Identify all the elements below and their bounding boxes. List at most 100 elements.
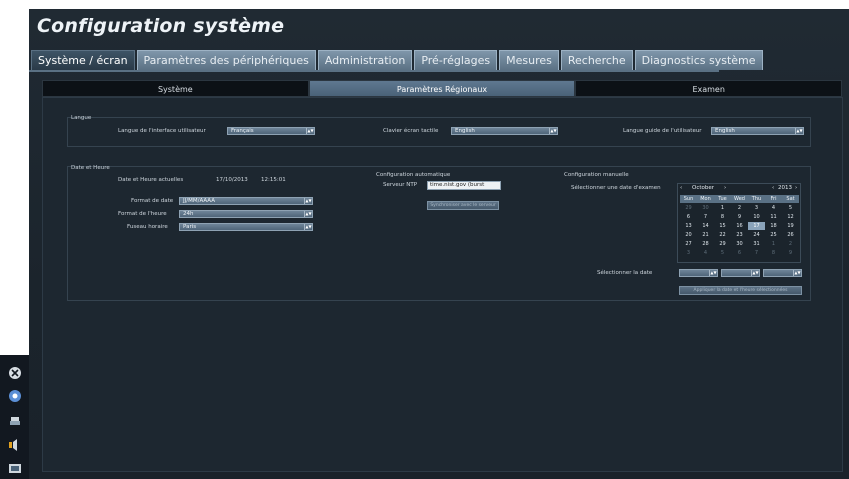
calendar-day[interactable]: 27 — [680, 240, 697, 248]
printer-icon[interactable] — [8, 414, 22, 428]
ntp-server-label: Serveur NTP — [383, 182, 418, 188]
tab-systeme-ecran[interactable]: Système / écran — [31, 50, 135, 70]
ntp-server-input[interactable]: time.nist.gov (burst — [427, 181, 501, 190]
display-icon[interactable] — [8, 462, 22, 476]
calendar-day[interactable]: 22 — [714, 231, 731, 239]
tab-pre-reglages[interactable]: Pré-réglages — [414, 50, 498, 70]
calendar-day[interactable]: 20 — [680, 231, 697, 239]
calendar-weekday: Mon — [697, 195, 714, 203]
calendar-weekday: Fri — [765, 195, 782, 203]
select-date-label: Sélectionner la date — [597, 270, 653, 276]
calendar-weekday: Sat — [782, 195, 799, 203]
calendar-day[interactable]: 19 — [782, 222, 799, 230]
next-year-icon[interactable]: › — [795, 185, 797, 191]
tab-diagnostics-systeme[interactable]: Diagnostics système — [634, 50, 763, 70]
next-month-icon[interactable]: › — [724, 185, 726, 191]
apply-date-button[interactable]: Appliquer la date et l'heure sélectionné… — [679, 286, 802, 295]
calendar-weekday: Wed — [731, 195, 748, 203]
calendar-day[interactable]: 1 — [765, 240, 782, 248]
calendar-day[interactable]: 5 — [782, 204, 799, 212]
time-format-label: Format de l'heure — [118, 211, 167, 217]
calendar-day[interactable]: 12 — [782, 213, 799, 221]
calendar-weekday: Tue — [714, 195, 731, 203]
calendar-day[interactable]: 2 — [782, 240, 799, 248]
calendar-day[interactable]: 29 — [714, 240, 731, 248]
prev-year-icon[interactable]: ‹ — [772, 185, 774, 191]
calendar-day[interactable]: 4 — [697, 249, 714, 257]
calendar-day[interactable]: 26 — [782, 231, 799, 239]
calendar-day[interactable]: 5 — [714, 249, 731, 257]
close-icon[interactable] — [8, 366, 22, 380]
calendar-day[interactable]: 11 — [765, 213, 782, 221]
calendar-day[interactable]: 28 — [697, 240, 714, 248]
guide-language-value: English — [715, 128, 735, 134]
calendar-day[interactable]: 29 — [680, 204, 697, 212]
current-time: 12:15:01 — [261, 177, 286, 183]
calendar-day[interactable]: 8 — [765, 249, 782, 257]
keyboard-label: Clavier écran tactile — [383, 128, 439, 134]
select-exam-date-label: Sélectionner une date d'examen — [571, 185, 661, 191]
calendar-month: October — [692, 185, 715, 191]
prev-month-icon[interactable]: ‹ — [680, 185, 682, 191]
calendar-day[interactable]: 7 — [697, 213, 714, 221]
calendar-day[interactable]: 21 — [697, 231, 714, 239]
tab-administration[interactable]: Administration — [317, 50, 413, 70]
chevron-down-icon: ▲▼ — [549, 128, 557, 134]
calendar-day[interactable]: 14 — [697, 222, 714, 230]
month-select[interactable]: ▲▼ — [721, 269, 760, 277]
subtab-examen[interactable]: Examen — [575, 80, 843, 97]
calendar-day[interactable]: 16 — [731, 222, 748, 230]
calendar-day[interactable]: 18 — [765, 222, 782, 230]
subtab-systeme[interactable]: Système — [42, 80, 309, 97]
volume-icon[interactable] — [8, 438, 22, 452]
main-tabs: Système / écran Paramètres des périphéri… — [31, 50, 763, 70]
day-select[interactable]: ▲▼ — [679, 269, 718, 277]
chevron-down-icon: ▲▼ — [306, 128, 314, 134]
year-select[interactable]: ▲▼ — [763, 269, 802, 277]
time-format-value: 24h — [183, 211, 194, 217]
date-format-select[interactable]: JJ/MM/AAAA ▲▼ — [179, 197, 313, 205]
calendar-day[interactable]: 9 — [731, 213, 748, 221]
calendar-day[interactable]: 10 — [748, 213, 765, 221]
tab-mesures[interactable]: Mesures — [499, 50, 559, 70]
subtab-parametres-regionaux[interactable]: Paramètres Régionaux — [308, 80, 576, 97]
calendar-day[interactable]: 6 — [731, 249, 748, 257]
calendar-day[interactable]: 3 — [748, 204, 765, 212]
calendar-day[interactable]: 2 — [731, 204, 748, 212]
chevron-down-icon: ▲▼ — [304, 198, 312, 204]
calendar-day[interactable]: 1 — [714, 204, 731, 212]
calendar-day[interactable]: 4 — [765, 204, 782, 212]
keyboard-select[interactable]: English ▲▼ — [451, 127, 558, 135]
calendar-weekday: Thu — [748, 195, 765, 203]
sync-ntp-button[interactable]: Synchroniser avec le serveur — [427, 201, 499, 210]
calendar-day[interactable]: 24 — [748, 231, 765, 239]
settings-icon[interactable] — [8, 389, 22, 403]
calendar-day[interactable]: 17 — [748, 222, 765, 230]
calendar-day[interactable]: 15 — [714, 222, 731, 230]
calendar-day[interactable]: 23 — [731, 231, 748, 239]
calendar-day[interactable]: 31 — [748, 240, 765, 248]
timezone-select[interactable]: Paris ▲▼ — [179, 223, 313, 231]
keyboard-value: English — [455, 128, 475, 134]
calendar-header: ‹ October › ‹ 2013 › — [678, 184, 800, 193]
calendar-day[interactable]: 13 — [680, 222, 697, 230]
calendar-day[interactable]: 6 — [680, 213, 697, 221]
ui-language-label: Langue de l'interface utilisateur — [118, 128, 206, 134]
calendar-widget: ‹ October › ‹ 2013 › Sun Mon Tue Wed Thu Fri S… — [677, 183, 801, 263]
calendar-day[interactable]: 25 — [765, 231, 782, 239]
calendar-day[interactable]: 7 — [748, 249, 765, 257]
calendar-day[interactable]: 30 — [731, 240, 748, 248]
tab-recherche[interactable]: Recherche — [560, 50, 633, 70]
date-format-label: Format de date — [131, 198, 174, 204]
chevron-down-icon: ▲▼ — [795, 128, 803, 134]
calendar-day[interactable]: 30 — [697, 204, 714, 212]
calendar-day[interactable]: 9 — [782, 249, 799, 257]
chevron-down-icon: ▲▼ — [751, 270, 759, 276]
time-format-select[interactable]: 24h ▲▼ — [179, 210, 313, 218]
calendar-day[interactable]: 8 — [714, 213, 731, 221]
calendar-day[interactable]: 3 — [680, 249, 697, 257]
ui-language-select[interactable]: Français ▲▼ — [227, 127, 315, 135]
tab-parametres-peripheriques[interactable]: Paramètres des périphériques — [136, 50, 316, 70]
guide-language-select[interactable]: English ▲▼ — [711, 127, 804, 135]
sub-tabs: Système Paramètres Régionaux Examen — [42, 80, 843, 97]
